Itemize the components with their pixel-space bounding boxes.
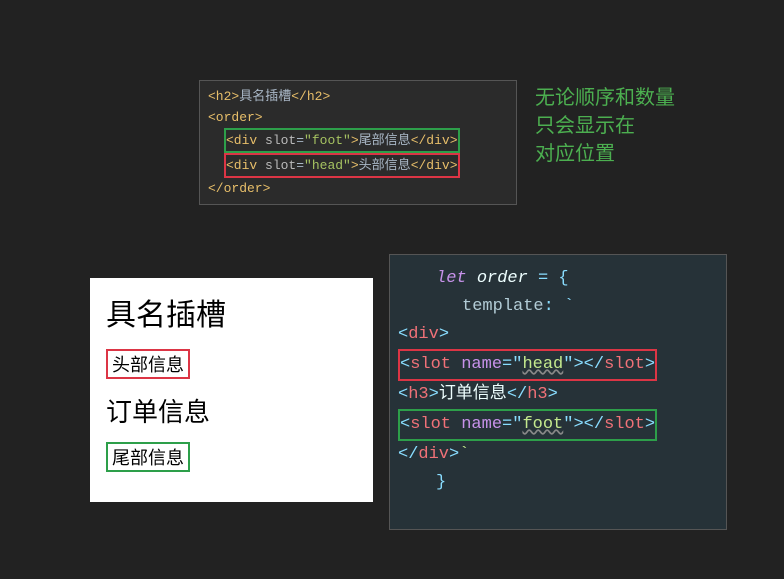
operator: = {	[538, 269, 569, 288]
code-line: <div>	[398, 321, 718, 349]
code-line: template: `	[398, 293, 718, 321]
tag: >	[351, 133, 359, 148]
code-line: <div slot="foot">尾部信息</div>	[208, 128, 508, 153]
code-line: <slot name="head"></slot>	[398, 349, 718, 381]
component-code-block: let order = { template: ` <div> <slot na…	[389, 254, 727, 530]
equals: =	[296, 158, 304, 173]
keyword: let	[436, 269, 477, 288]
text-node: 订单信息	[439, 385, 507, 404]
code-line: </div>`	[398, 441, 718, 469]
tag: </h2>	[291, 89, 330, 104]
code-line: <order>	[208, 107, 508, 128]
backtick: `	[459, 445, 469, 464]
annotation-line: 无论顺序和数量	[535, 84, 675, 112]
tag: <order>	[208, 110, 263, 125]
brace: }	[436, 473, 446, 492]
code-line: <slot name="foot"></slot>	[398, 409, 718, 441]
attr: slot	[265, 158, 296, 173]
attr: slot	[265, 133, 296, 148]
annotation-text: 无论顺序和数量 只会显示在 对应位置	[535, 84, 675, 168]
preview-foot-slot: 尾部信息	[106, 442, 190, 472]
code-line: <div slot="head">头部信息</div>	[208, 153, 508, 178]
usage-code-block: <h2>具名插槽</h2> <order> <div slot="foot">尾…	[199, 80, 517, 205]
highlight-green: <slot name="foot"></slot>	[398, 409, 657, 441]
preview-body: 订单信息	[106, 392, 357, 429]
preview-title: 具名插槽	[106, 290, 357, 334]
annotation-line: 只会显示在	[535, 112, 675, 140]
highlight-red: <div slot="head">头部信息</div>	[224, 153, 460, 178]
identifier: order	[477, 269, 538, 288]
code-line: <h2>具名插槽</h2>	[208, 86, 508, 107]
attr-value: "foot"	[304, 133, 351, 148]
attr-value: "head"	[304, 158, 351, 173]
preview-head-slot: 头部信息	[106, 349, 190, 379]
code-line: let order = {	[398, 265, 718, 293]
tag: </div>	[411, 158, 458, 173]
tag: <div	[226, 133, 265, 148]
annotation-line: 对应位置	[535, 140, 675, 168]
text-node: 具名插槽	[239, 89, 291, 104]
tag: >	[351, 158, 359, 173]
highlight-green: <div slot="foot">尾部信息</div>	[224, 128, 460, 153]
code-line: }	[398, 469, 718, 497]
highlight-red: <slot name="head"></slot>	[398, 349, 657, 381]
attr-value: head	[522, 355, 563, 374]
attr-value: foot	[522, 415, 563, 434]
tag: div	[408, 325, 439, 344]
tag: </order>	[208, 181, 270, 196]
code-line: </order>	[208, 178, 508, 199]
attr: name	[461, 415, 502, 434]
tag: <h2>	[208, 89, 239, 104]
tag: </div>	[411, 133, 458, 148]
operator: : `	[544, 297, 575, 316]
render-preview: 具名插槽 头部信息 订单信息 尾部信息	[90, 278, 373, 502]
tag: <div	[226, 158, 265, 173]
text-node: 尾部信息	[359, 133, 411, 148]
code-line: <h3>订单信息</h3>	[398, 381, 718, 409]
equals: =	[296, 133, 304, 148]
text-node: 头部信息	[359, 158, 411, 173]
attr: name	[461, 355, 502, 374]
property: template	[462, 297, 544, 316]
